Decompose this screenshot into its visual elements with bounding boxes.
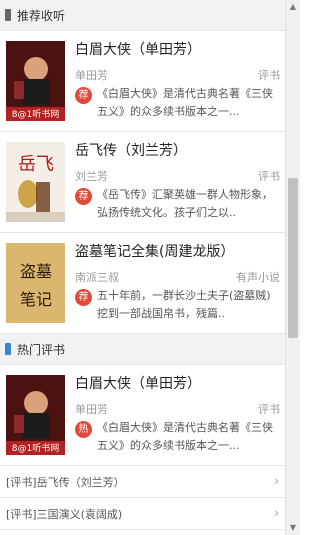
cover-image[interactable]: 8@1听书网 [6, 375, 65, 455]
link-row[interactable]: [评书]岳飞传（刘兰芳） › [0, 466, 286, 498]
list-item[interactable]: 8@1听书网 白眉大侠（单田芳） 单田芳 评书 热 《白眉大侠》是清代古典名著《… [0, 365, 286, 466]
item-category: 评书 [258, 170, 280, 183]
list-item[interactable]: 盗墓 笔记 盗墓笔记全集(周建龙版） 南派三叔 有声小说 荐 五十年前，一群长沙… [0, 233, 286, 334]
scroll-up-icon[interactable]: ▲ [286, 1, 300, 13]
hot-badge: 热 [75, 421, 92, 438]
recommend-badge: 荐 [75, 188, 92, 205]
list-item[interactable]: 岳飞 岳飞传（刘兰芳） 刘兰芳 评书 荐 《岳飞传》汇聚英雄一群人物形象，弘扬传… [0, 132, 286, 233]
recommend-badge: 荐 [75, 289, 92, 306]
section-title: 热门评书 [17, 342, 66, 357]
item-description: 《白眉大侠》是清代古典名著《三侠五义》的众多续书版本之一... [97, 421, 273, 452]
item-category: 有声小说 [236, 271, 280, 284]
cover-image[interactable]: 盗墓 笔记 [6, 243, 65, 323]
recommend-section-header: 推荐收听 [0, 0, 286, 31]
item-author: 刘兰芳 [75, 170, 108, 183]
item-description: 五十年前，一群长沙土夫子(盗墓贼)挖到一部战国帛书，残篇.. [97, 289, 271, 320]
cover-image[interactable]: 8@1听书网 [6, 41, 65, 121]
scroll-down-icon[interactable]: ▼ [286, 522, 300, 534]
link-label[interactable]: [评书]岳飞传（刘兰芳） [6, 474, 125, 490]
section-title: 推荐收听 [17, 8, 66, 23]
page: 推荐收听 8@1听书网 白眉大侠（单田芳） 单田芳 评书 荐 《白眉大侠》是清代… [0, 0, 286, 535]
list-item[interactable]: 8@1听书网 白眉大侠（单田芳） 单田芳 评书 荐 《白眉大侠》是清代古典名著《… [0, 31, 286, 132]
item-category: 评书 [258, 403, 280, 416]
cover-stamp: 8@1听书网 [12, 109, 59, 120]
scroll-thumb[interactable] [288, 178, 298, 338]
item-category: 评书 [258, 69, 280, 82]
cover-stamp: 8@1听书网 [12, 443, 59, 454]
link-label[interactable]: [评书]三国演义(袁阔成) [6, 506, 122, 522]
item-author: 单田芳 [75, 69, 108, 82]
vertical-scrollbar[interactable]: ▲ ▼ [285, 0, 300, 535]
item-author: 南派三叔 [75, 271, 119, 284]
item-description: 《白眉大侠》是清代古典名著《三侠五义》的众多续书版本之一... [97, 87, 273, 118]
item-title[interactable]: 白眉大侠（单田芳） [75, 373, 201, 393]
chevron-right-icon: › [274, 506, 279, 520]
hot-section-header: 热门评书 [0, 334, 286, 365]
item-author: 单田芳 [75, 403, 108, 416]
item-description: 《岳飞传》汇聚英雄一群人物形象，弘扬传统文化。孩子们之以.. [97, 188, 273, 219]
item-title[interactable]: 盗墓笔记全集(周建龙版） [75, 241, 234, 261]
cover-image[interactable]: 岳飞 [6, 142, 65, 222]
cover-calligraphy-top: 盗墓 [20, 262, 52, 281]
chevron-right-icon: › [274, 474, 279, 488]
section-marker [5, 343, 11, 355]
item-title[interactable]: 岳飞传（刘兰芳） [75, 140, 187, 160]
link-row[interactable]: [评书]三国演义(袁阔成) › [0, 498, 286, 530]
cover-calligraphy-bottom: 笔记 [20, 290, 52, 309]
item-title[interactable]: 白眉大侠（单田芳） [75, 39, 201, 59]
section-marker [5, 9, 11, 21]
cover-calligraphy: 岳飞 [18, 154, 54, 175]
recommend-badge: 荐 [75, 87, 92, 104]
